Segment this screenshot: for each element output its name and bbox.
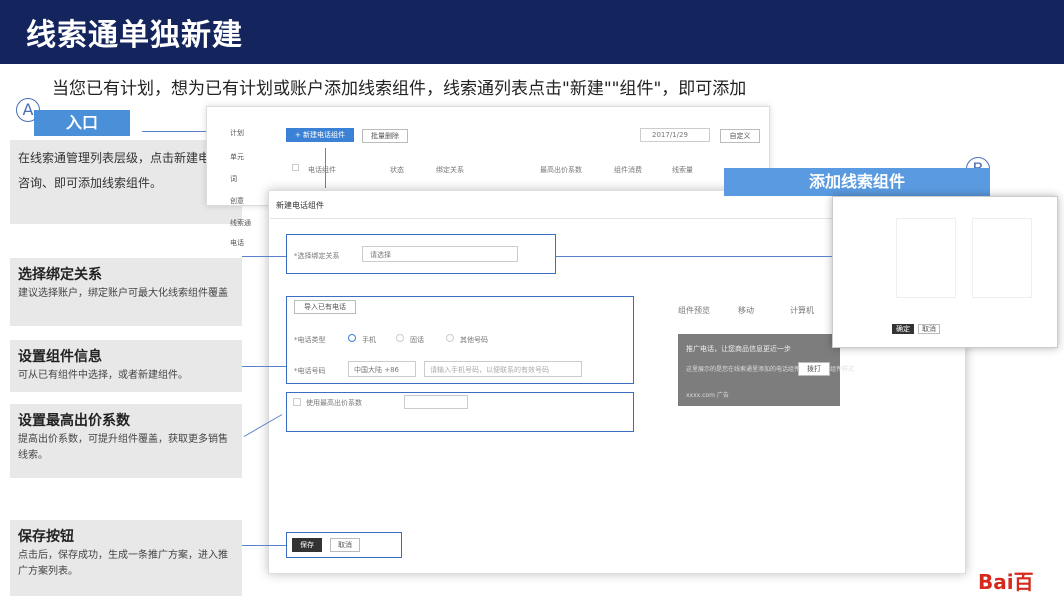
arrow-step-1 bbox=[242, 256, 286, 257]
preview-tab-pc[interactable]: 计算机 bbox=[790, 305, 814, 316]
nav-item-phone[interactable]: 电话 bbox=[230, 238, 270, 248]
nav-item-word[interactable]: 词 bbox=[230, 174, 270, 184]
nav-item-unit[interactable]: 单元 bbox=[230, 152, 270, 162]
col-header-5: 组件消费 bbox=[614, 166, 642, 174]
nav-item-creative[interactable]: 创意 bbox=[230, 196, 270, 206]
date-value: 2017/1/29 bbox=[652, 131, 688, 139]
card-title: 推广电话，让您商品信息更近一步 bbox=[686, 345, 791, 353]
add-component-tag: 添加线索组件 bbox=[724, 168, 990, 196]
new-arrow bbox=[325, 148, 326, 188]
step-title-1: 选择绑定关系 bbox=[18, 267, 102, 283]
save-button[interactable]: 保存 bbox=[292, 538, 322, 552]
step-title-3: 设置最高出价系数 bbox=[18, 413, 130, 429]
coef-checkbox[interactable] bbox=[293, 398, 301, 406]
popup-save-button[interactable]: 确定 bbox=[892, 324, 914, 334]
entry-desc: 在线索通管理列表层级，点击新建电话、咨询、即可添加线索组件。 bbox=[18, 151, 235, 190]
popup-list-right bbox=[972, 218, 1032, 298]
col-header-4: 最高出价系数 bbox=[540, 166, 582, 174]
call-button[interactable]: 拨打 bbox=[798, 362, 830, 376]
page-title: 线索通单独新建 bbox=[26, 18, 243, 53]
nav-item-plan[interactable]: 计划 bbox=[230, 128, 270, 138]
import-phone-button[interactable]: 导入已有电话 bbox=[294, 300, 356, 314]
card-foot: xxxx.com 广告 bbox=[686, 392, 729, 399]
step-desc-1: 建议选择账户，绑定账户可最大化线索组件覆盖 bbox=[18, 288, 228, 299]
new-phone-button[interactable]: + 新建电话组件 bbox=[286, 128, 354, 142]
baidu-logo: Bai百 bbox=[978, 570, 1034, 594]
step-desc-4: 点击后，保存成功，生成一条推广方案，进入推广方案列表。 bbox=[18, 550, 228, 577]
select-all-checkbox[interactable] bbox=[292, 164, 299, 171]
type-opt-mobile: 手机 bbox=[362, 336, 376, 344]
col-header-6: 线索量 bbox=[672, 166, 693, 174]
arrow-to-popup bbox=[556, 256, 832, 257]
type-opt-landline: 固话 bbox=[410, 336, 424, 344]
arrow-step-4 bbox=[242, 545, 286, 546]
phone-number-placeholder: 请输入手机号码，以便联系的有效号码 bbox=[430, 366, 549, 374]
step-desc-3: 提高出价系数，可提升组件覆盖，获取更多销售线索。 bbox=[18, 434, 228, 461]
col-header-3: 绑定关系 bbox=[436, 166, 464, 174]
preview-label: 组件预览 bbox=[678, 306, 710, 315]
cancel-button[interactable]: 取消 bbox=[330, 538, 360, 552]
bind-select-value: 请选择 bbox=[370, 251, 391, 259]
preview-tab-mobile[interactable]: 移动 bbox=[738, 305, 754, 316]
num-label: *电话号码 bbox=[294, 367, 326, 375]
coef-input[interactable] bbox=[404, 395, 468, 409]
nav-item-leads[interactable]: 线索通 bbox=[230, 218, 270, 228]
step-title-2: 设置组件信息 bbox=[18, 349, 102, 365]
step-box-2: 设置组件信息 可从已有组件中选择，或者新建组件。 bbox=[10, 340, 242, 392]
type-radio-landline[interactable] bbox=[396, 334, 404, 342]
intro-text: 当您已有计划，想为已有计划或账户添加线索组件，线索通列表点击"新建""组件"，即… bbox=[52, 79, 747, 99]
popup-list-left bbox=[896, 218, 956, 298]
arrow-step-2 bbox=[242, 366, 286, 367]
step-box-4: 保存按钮 点击后，保存成功，生成一条推广方案，进入推广方案列表。 bbox=[10, 520, 242, 596]
popup-cancel-button[interactable]: 取消 bbox=[918, 324, 940, 334]
bind-label: *选择绑定关系 bbox=[294, 252, 340, 260]
col-header-1: 电话组件 bbox=[308, 166, 336, 174]
step-box-3: 设置最高出价系数 提高出价系数，可提升组件覆盖，获取更多销售线索。 bbox=[10, 404, 242, 478]
type-opt-other: 其他号码 bbox=[460, 336, 488, 344]
form-title: 新建电话组件 bbox=[276, 201, 324, 210]
type-radio-other[interactable] bbox=[446, 334, 454, 342]
custom-button[interactable]: 自定义 bbox=[720, 129, 760, 143]
step-desc-2: 可从已有组件中选择，或者新建组件。 bbox=[18, 370, 188, 381]
type-radio-mobile[interactable] bbox=[348, 334, 356, 342]
step-title-4: 保存按钮 bbox=[18, 529, 74, 545]
col-header-2: 状态 bbox=[390, 166, 404, 174]
coef-label: 使用最高出价系数 bbox=[306, 399, 362, 407]
type-label: *电话类型 bbox=[294, 336, 326, 344]
step-box-1: 选择绑定关系 建议选择账户，绑定账户可最大化线索组件覆盖 bbox=[10, 258, 242, 326]
batch-delete-button[interactable]: 批量删除 bbox=[362, 129, 408, 143]
region-value: 中国大陆 +86 bbox=[354, 366, 399, 374]
entry-tag: 入口 bbox=[34, 110, 130, 136]
